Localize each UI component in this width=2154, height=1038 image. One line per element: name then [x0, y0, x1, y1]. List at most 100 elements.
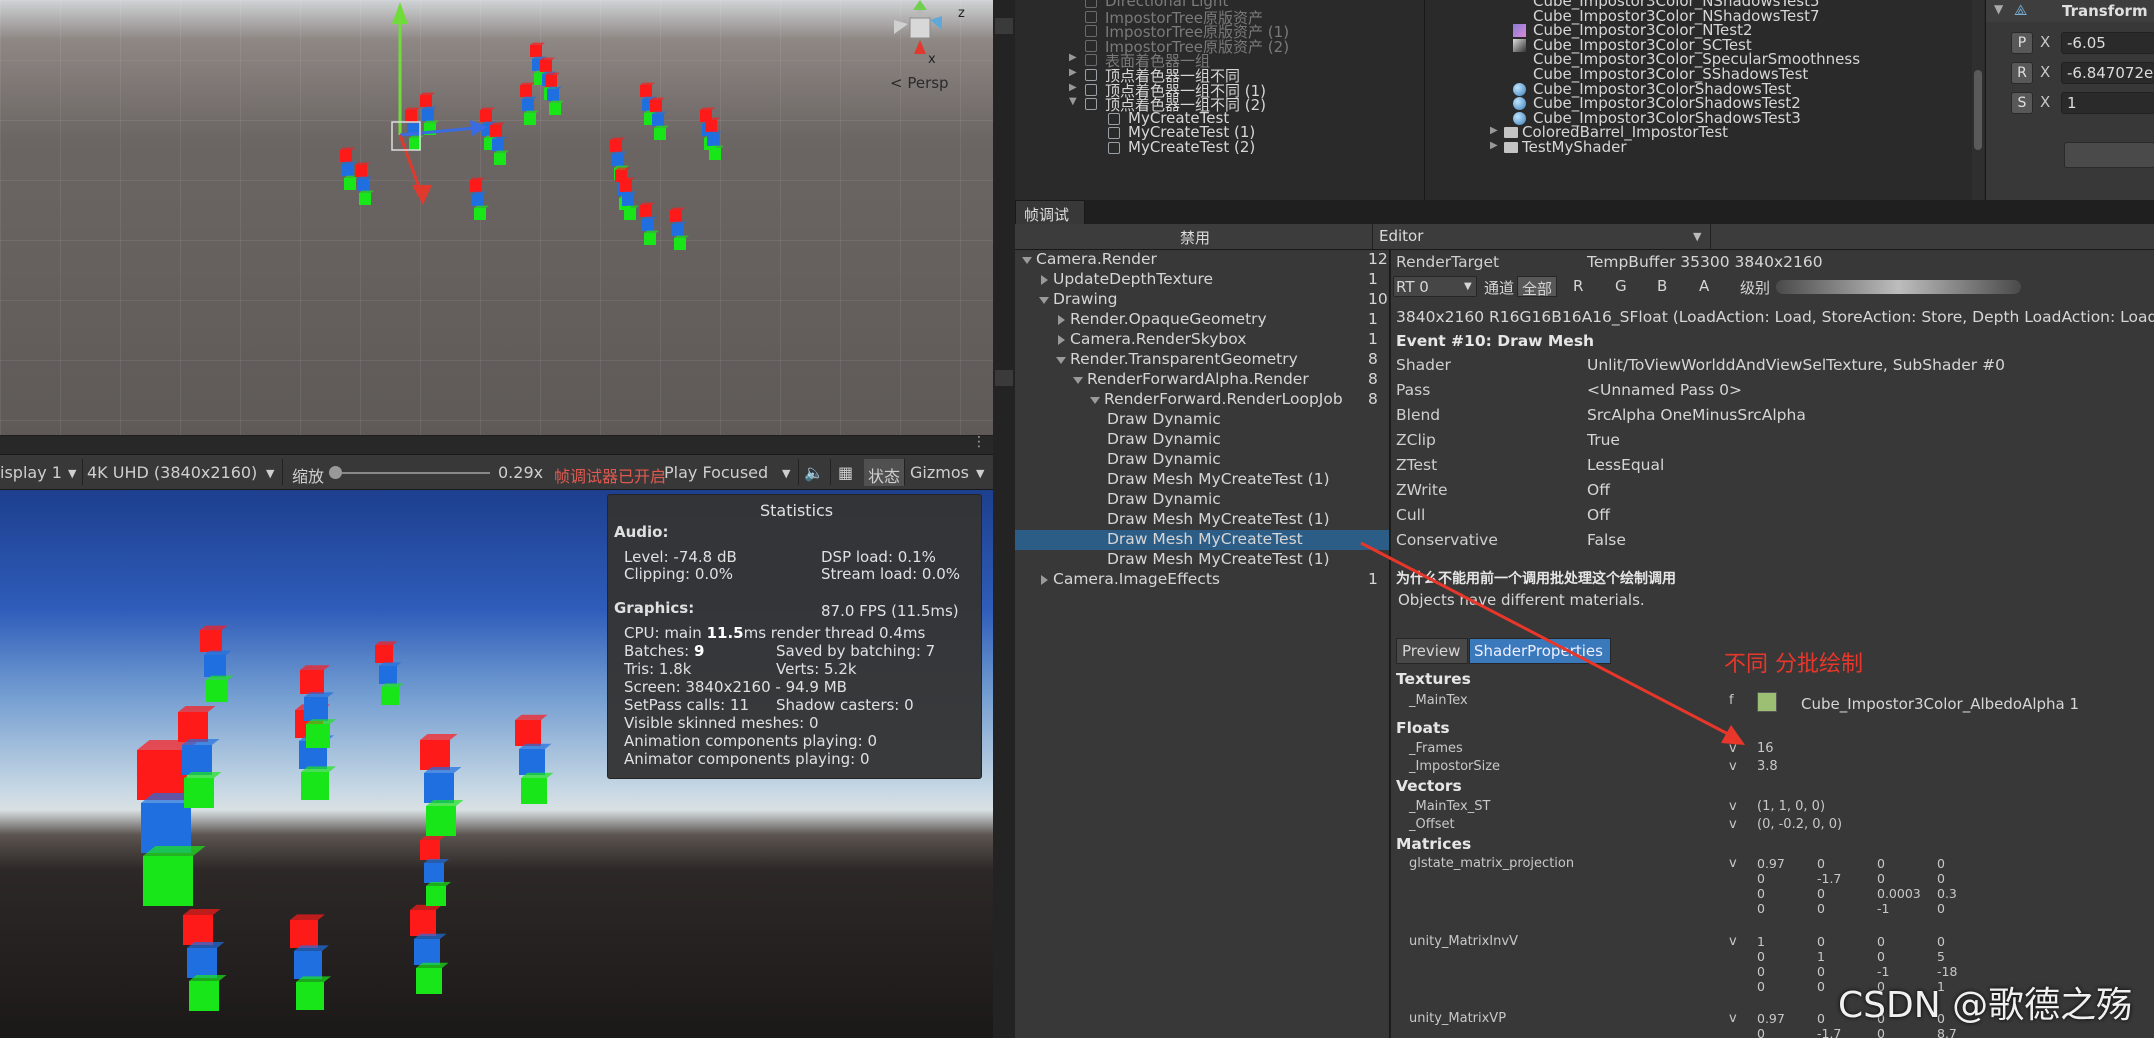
matrix-cell: 0: [1817, 979, 1825, 994]
channel-b-button[interactable]: B: [1657, 277, 1667, 295]
grid-icon[interactable]: ▦: [838, 463, 853, 482]
event-tree-row[interactable]: Camera.Render 12: [1015, 250, 1389, 270]
event-tree-row[interactable]: RenderForward.RenderLoopJob 8: [1015, 390, 1389, 410]
game-cube: [381, 683, 404, 705]
hierarchy-item[interactable]: ImpostorTree原版资产 (2): [1015, 38, 1425, 56]
matrix-cell: 0: [1757, 1026, 1765, 1038]
foldout-arrow-icon[interactable]: ▶: [1069, 52, 1077, 63]
event-tree-row[interactable]: Draw Dynamic: [1015, 490, 1389, 510]
tris-stat: Tris: 1.8k: [624, 660, 692, 678]
event-tree-row[interactable]: Draw Mesh MyCreateTest (1): [1015, 470, 1389, 490]
expand-arrow-icon[interactable]: [1041, 575, 1048, 585]
event-tree-row[interactable]: Draw Dynamic: [1015, 430, 1389, 450]
collapse-arrow-icon[interactable]: [1090, 397, 1100, 404]
cpu-stats: CPU: main 11.5ms render thread 0.4ms: [624, 624, 926, 642]
collapse-arrow-icon[interactable]: [1022, 257, 1032, 264]
collapse-arrow-icon[interactable]: [1073, 377, 1083, 384]
play-mode-dropdown[interactable]: Play Focused: [664, 463, 768, 482]
resolution-dropdown[interactable]: 4K UHD (3840x2160): [87, 463, 257, 482]
event-tree-row[interactable]: Draw Mesh MyCreateTest (1): [1015, 550, 1389, 570]
event-tree-row[interactable]: Draw Dynamic: [1015, 450, 1389, 470]
channel-g-button[interactable]: G: [1615, 277, 1627, 295]
event-tree-row[interactable]: Camera.ImageEffects 1: [1015, 570, 1389, 590]
property-key: Shader: [1396, 356, 1451, 374]
debugger-notice: 帧调试器已开启: [554, 467, 667, 486]
event-properties: Shader Unlit/ToViewWorlddAndViewSelTextur…: [1391, 356, 2154, 556]
hierarchy-item-label: MyCreateTest (2): [1128, 138, 1256, 156]
event-tree-row[interactable]: UpdateDepthTexture 1: [1015, 270, 1389, 290]
target-dropdown[interactable]: Editor ▼: [1375, 224, 1711, 249]
event-tree-row[interactable]: Draw Dynamic: [1015, 410, 1389, 430]
scale-label[interactable]: S: [2011, 92, 2033, 114]
collapse-arrow-icon[interactable]: [1056, 357, 1066, 364]
event-tree-row[interactable]: Draw Mesh MyCreateTest: [1015, 530, 1389, 550]
frame-debugger-tab[interactable]: 帧调试: [1015, 200, 1085, 224]
foldout-arrow-icon[interactable]: ▶: [1490, 125, 1498, 136]
position-label[interactable]: P: [2011, 32, 2033, 54]
rotation-x-field[interactable]: -6.847072e-: [2061, 62, 2154, 84]
persp-label[interactable]: < Persp: [890, 74, 949, 92]
expand-arrow-icon[interactable]: [1041, 275, 1048, 285]
scene-cube: [640, 82, 655, 97]
foldout-arrow-icon[interactable]: ▼: [1069, 96, 1077, 107]
matrix-cell: 0: [1817, 1011, 1825, 1026]
display-dropdown[interactable]: isplay 1: [0, 463, 62, 482]
foldout-arrow-icon[interactable]: ▶: [1069, 82, 1077, 93]
event-tree-row[interactable]: Camera.RenderSkybox 1: [1015, 330, 1389, 350]
foldout-arrow-icon[interactable]: ▶: [1069, 67, 1077, 78]
event-tree-row[interactable]: RenderForwardAlpha.Render 8: [1015, 370, 1389, 390]
foldout-arrow-icon[interactable]: ▼: [1994, 2, 2003, 16]
texture-thumbnail[interactable]: [1757, 692, 1777, 712]
scene-view[interactable]: z x < Persp: [0, 0, 993, 435]
channel-a-button[interactable]: A: [1699, 277, 1709, 295]
project-item[interactable]: ▶ TestMyShader: [1427, 138, 1987, 156]
orientation-gizmo[interactable]: z x: [880, 0, 970, 70]
disable-button[interactable]: 禁用: [1015, 224, 1373, 249]
scale-x-field[interactable]: 1: [2061, 92, 2154, 114]
divider-tab: [995, 370, 1013, 386]
stats-toggle[interactable]: 状态: [868, 463, 900, 487]
scale-slider-thumb[interactable]: [329, 466, 342, 479]
event-tree-row[interactable]: Drawing 10: [1015, 290, 1389, 310]
matrix-name: unity_MatrixInvV: [1409, 934, 1518, 949]
scrollbar-thumb[interactable]: [1974, 70, 1982, 150]
scene-cube: [650, 97, 665, 112]
rt-dropdown-label: RT 0: [1396, 278, 1429, 296]
scene-cube: [644, 230, 659, 245]
gizmos-button[interactable]: Gizmos: [910, 463, 969, 482]
property-value: Off: [1587, 506, 1610, 524]
event-count: 12: [1368, 250, 1388, 268]
rotation-label[interactable]: R: [2011, 62, 2033, 84]
game-cube: [204, 650, 232, 677]
event-count: 1: [1368, 330, 1378, 348]
event-tree-row[interactable]: Render.TransparentGeometry 8: [1015, 350, 1389, 370]
expand-arrow-icon[interactable]: [1058, 335, 1065, 345]
matrix-cell: 0: [1757, 979, 1765, 994]
expand-arrow-icon[interactable]: [1058, 315, 1065, 325]
property-value: LessEqual: [1587, 456, 1665, 474]
rt-dropdown[interactable]: RT 0 ▼: [1393, 276, 1477, 297]
mute-audio-icon[interactable]: 🔈: [804, 463, 824, 482]
verts-stat: Verts: 5.2k: [776, 660, 857, 678]
game-cube: [189, 975, 227, 1011]
project-item[interactable]: ▶ ColoredBarrel_ImpostorTest: [1427, 123, 1987, 141]
matrix-name: unity_MatrixVP: [1409, 1011, 1507, 1026]
project-scrollbar[interactable]: [1972, 0, 1984, 200]
hierarchy-item[interactable]: MyCreateTest (2): [1015, 138, 1425, 156]
chevron-down-icon[interactable]: ▼: [976, 467, 984, 480]
foldout-arrow-icon[interactable]: ▶: [1490, 140, 1498, 151]
position-x-field[interactable]: -6.05: [2061, 32, 2154, 54]
level-range-slider[interactable]: [1776, 280, 2021, 294]
collapse-arrow-icon[interactable]: [1039, 297, 1049, 304]
channel-all-button[interactable]: 全部: [1517, 276, 1557, 298]
inspector-button[interactable]: [2064, 142, 2154, 168]
move-tool-gizmo[interactable]: [340, 0, 500, 210]
event-tree-row[interactable]: Draw Mesh MyCreateTest (1): [1015, 510, 1389, 530]
channel-r-button[interactable]: R: [1573, 277, 1583, 295]
scene-cube: [620, 177, 635, 192]
shader-prop-name: _ImpostorSize: [1409, 759, 1501, 774]
more-options-icon[interactable]: ⋮: [972, 434, 986, 450]
shader-prop-value: (0, -0.2, 0, 0): [1757, 817, 1843, 832]
event-tree-row[interactable]: Render.OpaqueGeometry 1: [1015, 310, 1389, 330]
scale-slider-track[interactable]: [330, 472, 490, 474]
